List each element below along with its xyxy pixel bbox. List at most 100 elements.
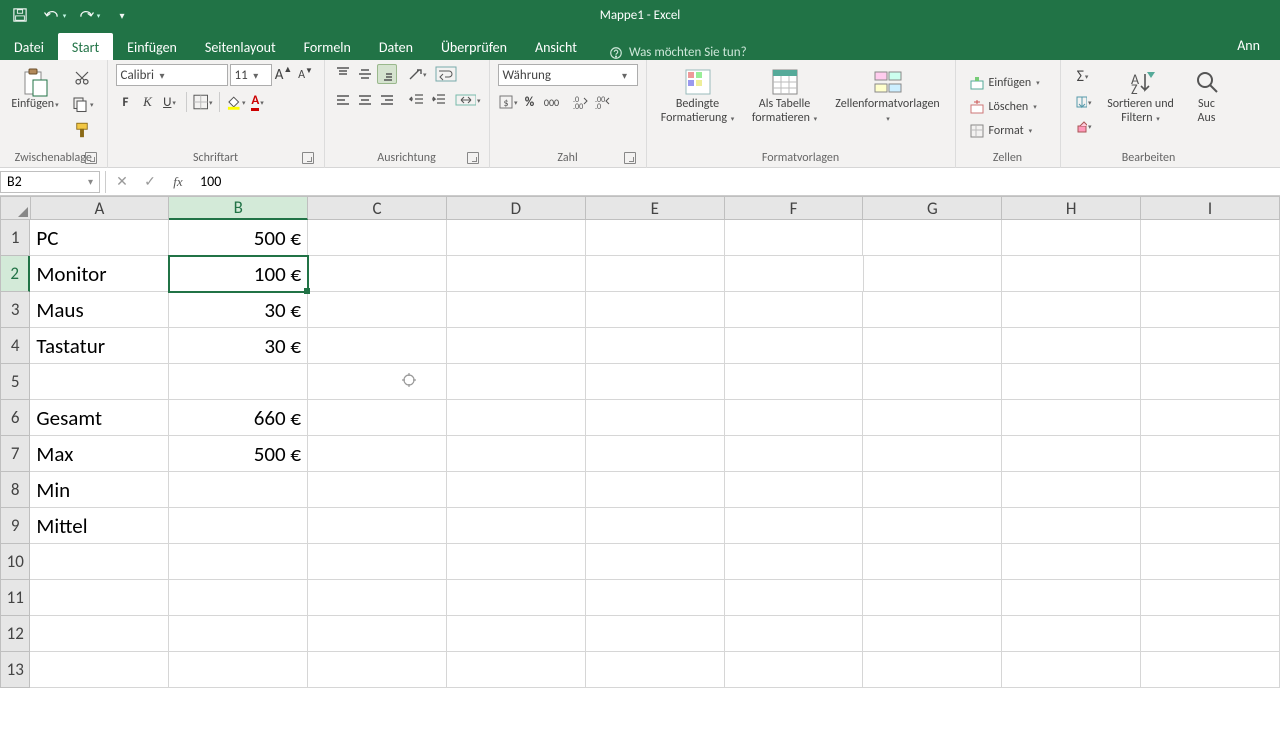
cell[interactable] [586,364,725,400]
cell[interactable] [863,400,1002,436]
find-select-button[interactable]: Suc Aus [1185,64,1229,128]
cell[interactable] [308,652,447,688]
cell[interactable] [863,292,1002,328]
align-top-icon[interactable] [333,64,353,84]
cell[interactable] [725,436,864,472]
cell[interactable] [447,472,586,508]
cell[interactable] [308,256,447,292]
cell[interactable] [863,364,1002,400]
merge-center-button[interactable]: ▾ [455,90,481,110]
cell[interactable] [725,292,864,328]
cell-styles-button[interactable]: Zellenformatvorlagen▾ [829,64,947,128]
tab-start[interactable]: Start [58,33,113,60]
align-center-icon[interactable] [355,90,375,110]
autosum-button[interactable]: Σ▾ [1069,64,1097,89]
cell[interactable] [725,580,864,616]
cell[interactable]: 500 € [169,436,308,472]
cell[interactable] [863,544,1002,580]
row-header[interactable]: 2 [0,256,30,292]
column-header[interactable]: I [1141,196,1280,220]
cell[interactable] [1002,364,1141,400]
underline-button[interactable]: U▾ [160,92,180,112]
cell[interactable] [169,472,308,508]
cell[interactable] [725,220,864,256]
cell[interactable] [169,580,308,616]
row-header[interactable]: 12 [0,616,30,652]
save-icon[interactable] [6,3,34,27]
spreadsheet[interactable]: ABCDEFGHI 1PC500 €2Monitor100 €3Maus30 €… [0,196,1280,750]
increase-decimal-icon[interactable]: .0.00 [570,92,590,112]
cell[interactable] [1002,580,1141,616]
cell[interactable] [586,472,725,508]
cell[interactable] [308,292,447,328]
tab-formeln[interactable]: Formeln [290,33,365,60]
cell[interactable] [447,220,586,256]
cell[interactable] [725,256,864,292]
fill-handle[interactable] [304,288,310,294]
row-header[interactable]: 7 [0,436,30,472]
cell[interactable] [725,328,864,364]
align-right-icon[interactable] [377,90,397,110]
align-bottom-icon[interactable] [377,64,397,84]
cell[interactable] [863,616,1002,652]
cancel-formula-icon[interactable]: ✕ [108,171,136,193]
cell[interactable] [863,220,1002,256]
accounting-format-button[interactable]: $▾ [498,92,518,112]
cell[interactable] [1002,292,1141,328]
cell[interactable] [1002,328,1141,364]
cell[interactable] [30,616,169,652]
row-header[interactable]: 1 [0,220,30,256]
tab-überprüfen[interactable]: Überprüfen [427,33,521,60]
cell[interactable] [447,616,586,652]
cell[interactable]: Gesamt [30,400,169,436]
cell[interactable] [169,544,308,580]
cell[interactable] [725,508,864,544]
cell[interactable] [1141,328,1280,364]
row-header[interactable]: 3 [0,292,30,328]
tab-seitenlayout[interactable]: Seitenlayout [191,33,290,60]
cell[interactable] [308,508,447,544]
column-header[interactable]: A [31,196,170,220]
cell[interactable] [586,220,725,256]
cell[interactable] [1141,256,1280,292]
format-as-table-button[interactable]: Als Tabelle formatieren ▾ [745,64,825,128]
cell[interactable] [1141,544,1280,580]
row-header[interactable]: 9 [0,508,30,544]
cell[interactable] [169,508,308,544]
column-header[interactable]: D [447,196,586,220]
alignment-launcher[interactable] [467,152,479,164]
cell[interactable] [1141,616,1280,652]
cell[interactable] [863,580,1002,616]
number-launcher[interactable] [624,152,636,164]
column-header[interactable]: E [586,196,725,220]
account-menu[interactable]: Ann [1227,31,1270,60]
bold-button[interactable]: F [116,92,136,112]
cell[interactable] [1002,472,1141,508]
conditional-formatting-button[interactable]: Bedingte Formatierung ▾ [655,64,741,128]
cell[interactable] [1141,436,1280,472]
row-header[interactable]: 10 [0,544,30,580]
align-left-icon[interactable] [333,90,353,110]
cell[interactable] [30,652,169,688]
row-header[interactable]: 4 [0,328,30,364]
cell[interactable] [1141,580,1280,616]
cell[interactable]: 500 € [169,220,308,256]
copy-button[interactable]: ▾ [66,92,99,116]
cell[interactable] [725,616,864,652]
cell[interactable] [586,436,725,472]
cell[interactable] [586,292,725,328]
decrease-font-icon[interactable]: A▼ [296,65,316,85]
cell[interactable] [586,508,725,544]
cell[interactable] [863,508,1002,544]
column-header[interactable]: F [725,196,864,220]
cell[interactable] [586,652,725,688]
cell[interactable] [1002,400,1141,436]
cell[interactable] [1002,652,1141,688]
font-size-combo[interactable]: 11▾ [230,64,272,86]
cell[interactable] [308,616,447,652]
clear-button[interactable]: ▾ [1069,115,1097,137]
cell[interactable] [863,436,1002,472]
cell[interactable] [308,580,447,616]
cell[interactable] [447,400,586,436]
cell[interactable] [863,472,1002,508]
